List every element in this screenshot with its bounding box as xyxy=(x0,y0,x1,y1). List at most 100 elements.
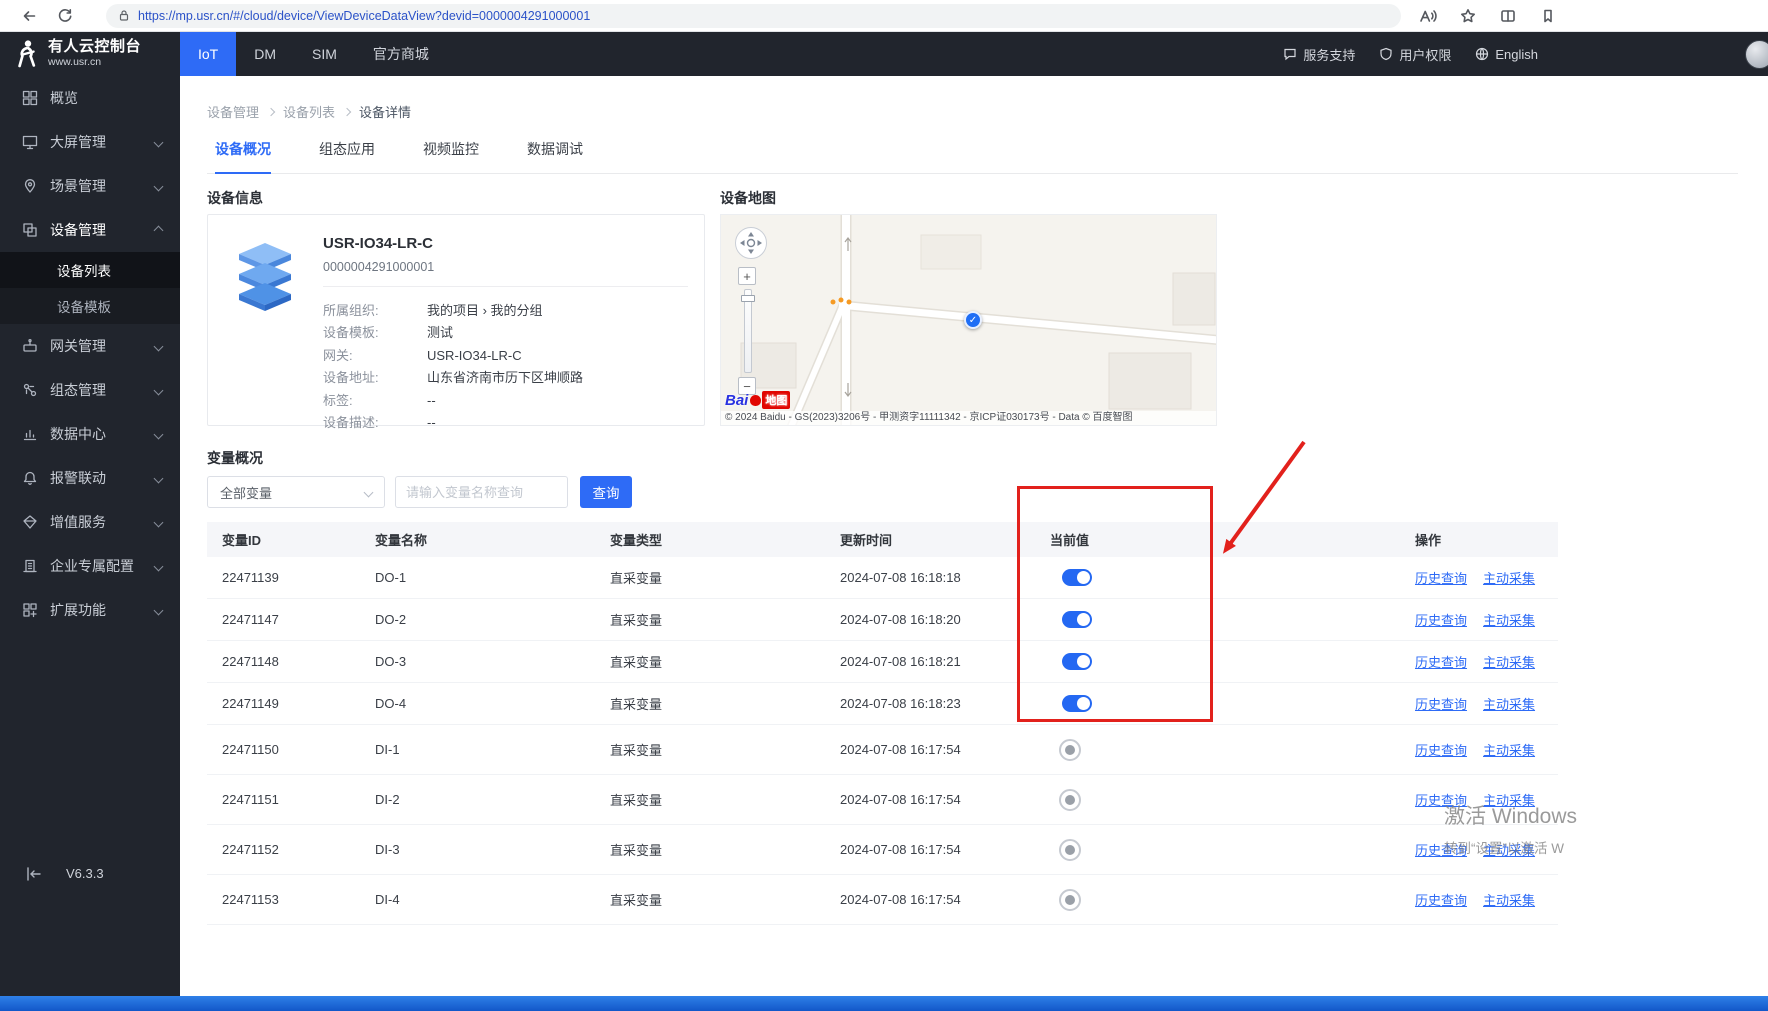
history-query-link[interactable]: 历史查询 xyxy=(1415,655,1467,670)
sidebar-item-device-mgmt[interactable]: 设备管理 xyxy=(0,208,180,252)
cell-current-value xyxy=(1050,695,1415,713)
sidebar-item-overview[interactable]: 概览 xyxy=(0,76,180,120)
zoom-slider-thumb[interactable] xyxy=(741,295,755,302)
language-label: English xyxy=(1495,46,1538,62)
history-query-link[interactable]: 历史查询 xyxy=(1415,893,1467,908)
baidu-maps-logo[interactable]: Bai 地图 xyxy=(725,391,791,409)
sidebar-item-value-added-services[interactable]: 增值服务 xyxy=(0,500,180,544)
tab-video-monitor[interactable]: 视频监控 xyxy=(423,139,479,173)
cell-actions: 历史查询 主动采集 xyxy=(1415,568,1558,587)
sidebar-item-extensions[interactable]: 扩展功能 xyxy=(0,588,180,632)
tab-device-overview[interactable]: 设备概况 xyxy=(215,139,271,174)
history-query-link[interactable]: 历史查询 xyxy=(1415,571,1467,586)
back-icon xyxy=(23,10,36,21)
table-row: 22471149 DO-4 直采变量 2024-07-08 16:18:23 历… xyxy=(207,683,1558,725)
sidebar-item-screen-mgmt[interactable]: 大屏管理 xyxy=(0,120,180,164)
active-collect-link[interactable]: 主动采集 xyxy=(1483,843,1535,858)
overview-icon xyxy=(22,90,38,106)
sidebar-item-data-center[interactable]: 数据中心 xyxy=(0,412,180,456)
breadcrumb-device-list[interactable]: 设备列表 xyxy=(283,102,335,121)
brand-subtitle: www.usr.cn xyxy=(48,56,102,69)
device-field-description: 设备描述: -- xyxy=(323,415,436,431)
value-radio-indicator[interactable] xyxy=(1059,838,1081,861)
variables-filter-row: 全部变量 查询 xyxy=(207,476,1738,508)
variable-filter-select[interactable]: 全部变量 xyxy=(207,476,385,508)
sidebar-item-alarm-linkage[interactable]: 报警联动 xyxy=(0,456,180,500)
active-collect-link[interactable]: 主动采集 xyxy=(1483,743,1535,758)
device-name: USR-IO34-LR-C xyxy=(323,235,434,252)
shield-icon xyxy=(1380,47,1392,61)
history-query-link[interactable]: 历史查询 xyxy=(1415,613,1467,628)
address-bar[interactable]: https://mp.usr.cn/#/cloud/device/ViewDev… xyxy=(106,3,1401,28)
history-query-link[interactable]: 历史查询 xyxy=(1415,843,1467,858)
cell-actions: 历史查询 主动采集 xyxy=(1415,610,1558,629)
tab-scada-app[interactable]: 组态应用 xyxy=(319,139,375,173)
user-avatar[interactable] xyxy=(1745,40,1768,69)
query-button[interactable]: 查询 xyxy=(580,476,632,508)
back-button[interactable] xyxy=(16,3,42,29)
collapse-sidebar-icon[interactable] xyxy=(26,866,42,881)
value-toggle-on[interactable] xyxy=(1062,695,1092,713)
sidebar-item-scada-mgmt[interactable]: 组态管理 xyxy=(0,368,180,412)
active-collect-link[interactable]: 主动采集 xyxy=(1483,893,1535,908)
zoom-slider[interactable] xyxy=(741,289,755,373)
lock-icon xyxy=(119,10,129,21)
header-current-value: 当前值 xyxy=(1050,533,1090,548)
value-toggle-on[interactable] xyxy=(1062,611,1092,629)
device-map-title: 设备地图 xyxy=(720,190,776,206)
zoom-in-button[interactable]: + xyxy=(738,267,756,285)
cell-variable-id: 22471152 xyxy=(222,842,279,857)
sidebar-item-gateway-mgmt[interactable]: 网关管理 xyxy=(0,324,180,368)
nav-tab-dm[interactable]: DM xyxy=(236,32,294,76)
app-top-nav: 有人云控制台 www.usr.cn IoT DM SIM 官方商城 服务支持 用… xyxy=(0,32,1768,76)
sidebar-item-device-list[interactable]: 设备列表 xyxy=(0,252,180,288)
breadcrumb-device-mgmt[interactable]: 设备管理 xyxy=(207,102,259,121)
value-radio-indicator[interactable] xyxy=(1059,788,1081,811)
value-radio-indicator[interactable] xyxy=(1059,888,1081,911)
sidebar: 概览 大屏管理 场景管理 设备管理 设备列表 设备模板 网关管理 组态管理 数据… xyxy=(0,76,180,1011)
nav-tab-iot[interactable]: IoT xyxy=(180,32,237,76)
device-map[interactable]: + − Bai 地图 © 2024 Baidu - GS(2023)3206号 … xyxy=(720,214,1217,426)
collections-button[interactable] xyxy=(1535,3,1561,29)
active-collect-link[interactable]: 主动采集 xyxy=(1483,697,1535,712)
header-actions: 操作 xyxy=(1415,533,1442,548)
nav-tab-sim[interactable]: SIM xyxy=(294,32,355,76)
value-toggle-on[interactable] xyxy=(1062,569,1092,587)
active-collect-link[interactable]: 主动采集 xyxy=(1483,571,1535,586)
active-collect-link[interactable]: 主动采集 xyxy=(1483,793,1535,808)
tab-data-debug[interactable]: 数据调试 xyxy=(527,139,583,173)
sidebar-item-scene-mgmt[interactable]: 场景管理 xyxy=(0,164,180,208)
chevron-down-icon xyxy=(153,181,164,191)
gem-icon xyxy=(23,515,37,529)
scada-icon xyxy=(23,383,37,397)
active-collect-link[interactable]: 主动采集 xyxy=(1483,613,1535,628)
history-query-link[interactable]: 历史查询 xyxy=(1415,697,1467,712)
device-info-card: USR-IO34-LR-C 0000004291000001 所属组织: 我的项目… xyxy=(207,214,705,430)
history-query-link[interactable]: 历史查询 xyxy=(1415,793,1467,808)
read-aloud-icon xyxy=(1420,9,1437,22)
map-copyright: © 2024 Baidu - GS(2023)3206号 - 甲测资字11111… xyxy=(721,411,1216,425)
active-collect-link[interactable]: 主动采集 xyxy=(1483,655,1535,670)
history-query-link[interactable]: 历史查询 xyxy=(1415,743,1467,758)
browser-toolbar: https://mp.usr.cn/#/cloud/device/ViewDev… xyxy=(0,0,1768,32)
device-location-marker[interactable] xyxy=(964,311,982,329)
nav-tab-mall[interactable]: 官方商城 xyxy=(355,32,447,76)
sidebar-item-label: 网关管理 xyxy=(50,338,106,354)
favorite-button[interactable] xyxy=(1455,3,1481,29)
support-menu-item[interactable]: 服务支持 xyxy=(1283,45,1355,64)
permission-menu-item[interactable]: 用户权限 xyxy=(1379,45,1451,64)
sidebar-item-device-template[interactable]: 设备模板 xyxy=(0,288,180,324)
cell-current-value xyxy=(1050,788,1415,811)
language-menu-item[interactable]: English xyxy=(1475,47,1538,62)
value-toggle-on[interactable] xyxy=(1062,653,1092,671)
refresh-button[interactable] xyxy=(52,3,78,29)
variable-search-input[interactable] xyxy=(395,476,568,508)
sidebar-item-enterprise-config[interactable]: 企业专属配置 xyxy=(0,544,180,588)
device-icon xyxy=(23,223,37,237)
read-aloud-button[interactable] xyxy=(1415,3,1441,29)
split-screen-button[interactable] xyxy=(1495,3,1521,29)
table-row: 22471147 DO-2 直采变量 2024-07-08 16:18:20 历… xyxy=(207,599,1558,641)
cell-variable-type: 直采变量 xyxy=(610,893,663,908)
map-pan-control[interactable] xyxy=(733,225,769,261)
value-radio-indicator[interactable] xyxy=(1059,738,1081,761)
